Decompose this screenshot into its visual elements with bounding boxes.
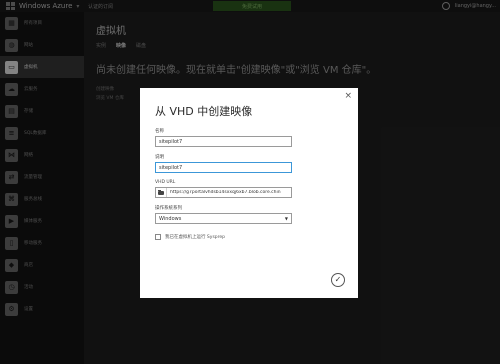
vhd-url-value: https://g7portalvhdsb14sxxqj6xb7.blob.co… bbox=[170, 190, 281, 195]
description-label: 说明 bbox=[155, 155, 164, 160]
description-value: sitepilot7 bbox=[159, 164, 183, 171]
vhd-url-field[interactable]: https://g7portalvhdsb14sxxqj6xb7.blob.co… bbox=[155, 187, 292, 198]
sysprep-checkbox-label: 我已在虚拟机上运行 Sysprep bbox=[165, 235, 226, 240]
close-icon[interactable]: × bbox=[344, 92, 352, 101]
name-label: 名称 bbox=[155, 129, 164, 134]
browse-button[interactable] bbox=[156, 188, 167, 197]
os-family-select[interactable]: Windows ▼ bbox=[155, 213, 292, 224]
chevron-down-icon: ▼ bbox=[284, 216, 288, 221]
sysprep-checkbox-row: 我已在虚拟机上运行 Sysprep bbox=[155, 234, 344, 240]
os-family-label: 操作系统系列 bbox=[155, 206, 182, 211]
description-field[interactable]: sitepilot7 bbox=[155, 162, 292, 173]
dialog-title: 从 VHD 中创建映像 bbox=[155, 105, 253, 118]
os-family-value: Windows bbox=[159, 215, 182, 222]
confirm-button[interactable]: ✓ bbox=[331, 273, 345, 287]
name-value: sitepilot7 bbox=[159, 138, 183, 145]
sysprep-checkbox[interactable] bbox=[155, 234, 161, 240]
create-image-dialog: × 从 VHD 中创建映像 名称 sitepilot7 说明 sitepilot… bbox=[140, 88, 358, 298]
name-field[interactable]: sitepilot7 bbox=[155, 136, 292, 147]
folder-icon bbox=[158, 189, 164, 195]
vhd-url-label: VHD URL bbox=[155, 180, 176, 185]
